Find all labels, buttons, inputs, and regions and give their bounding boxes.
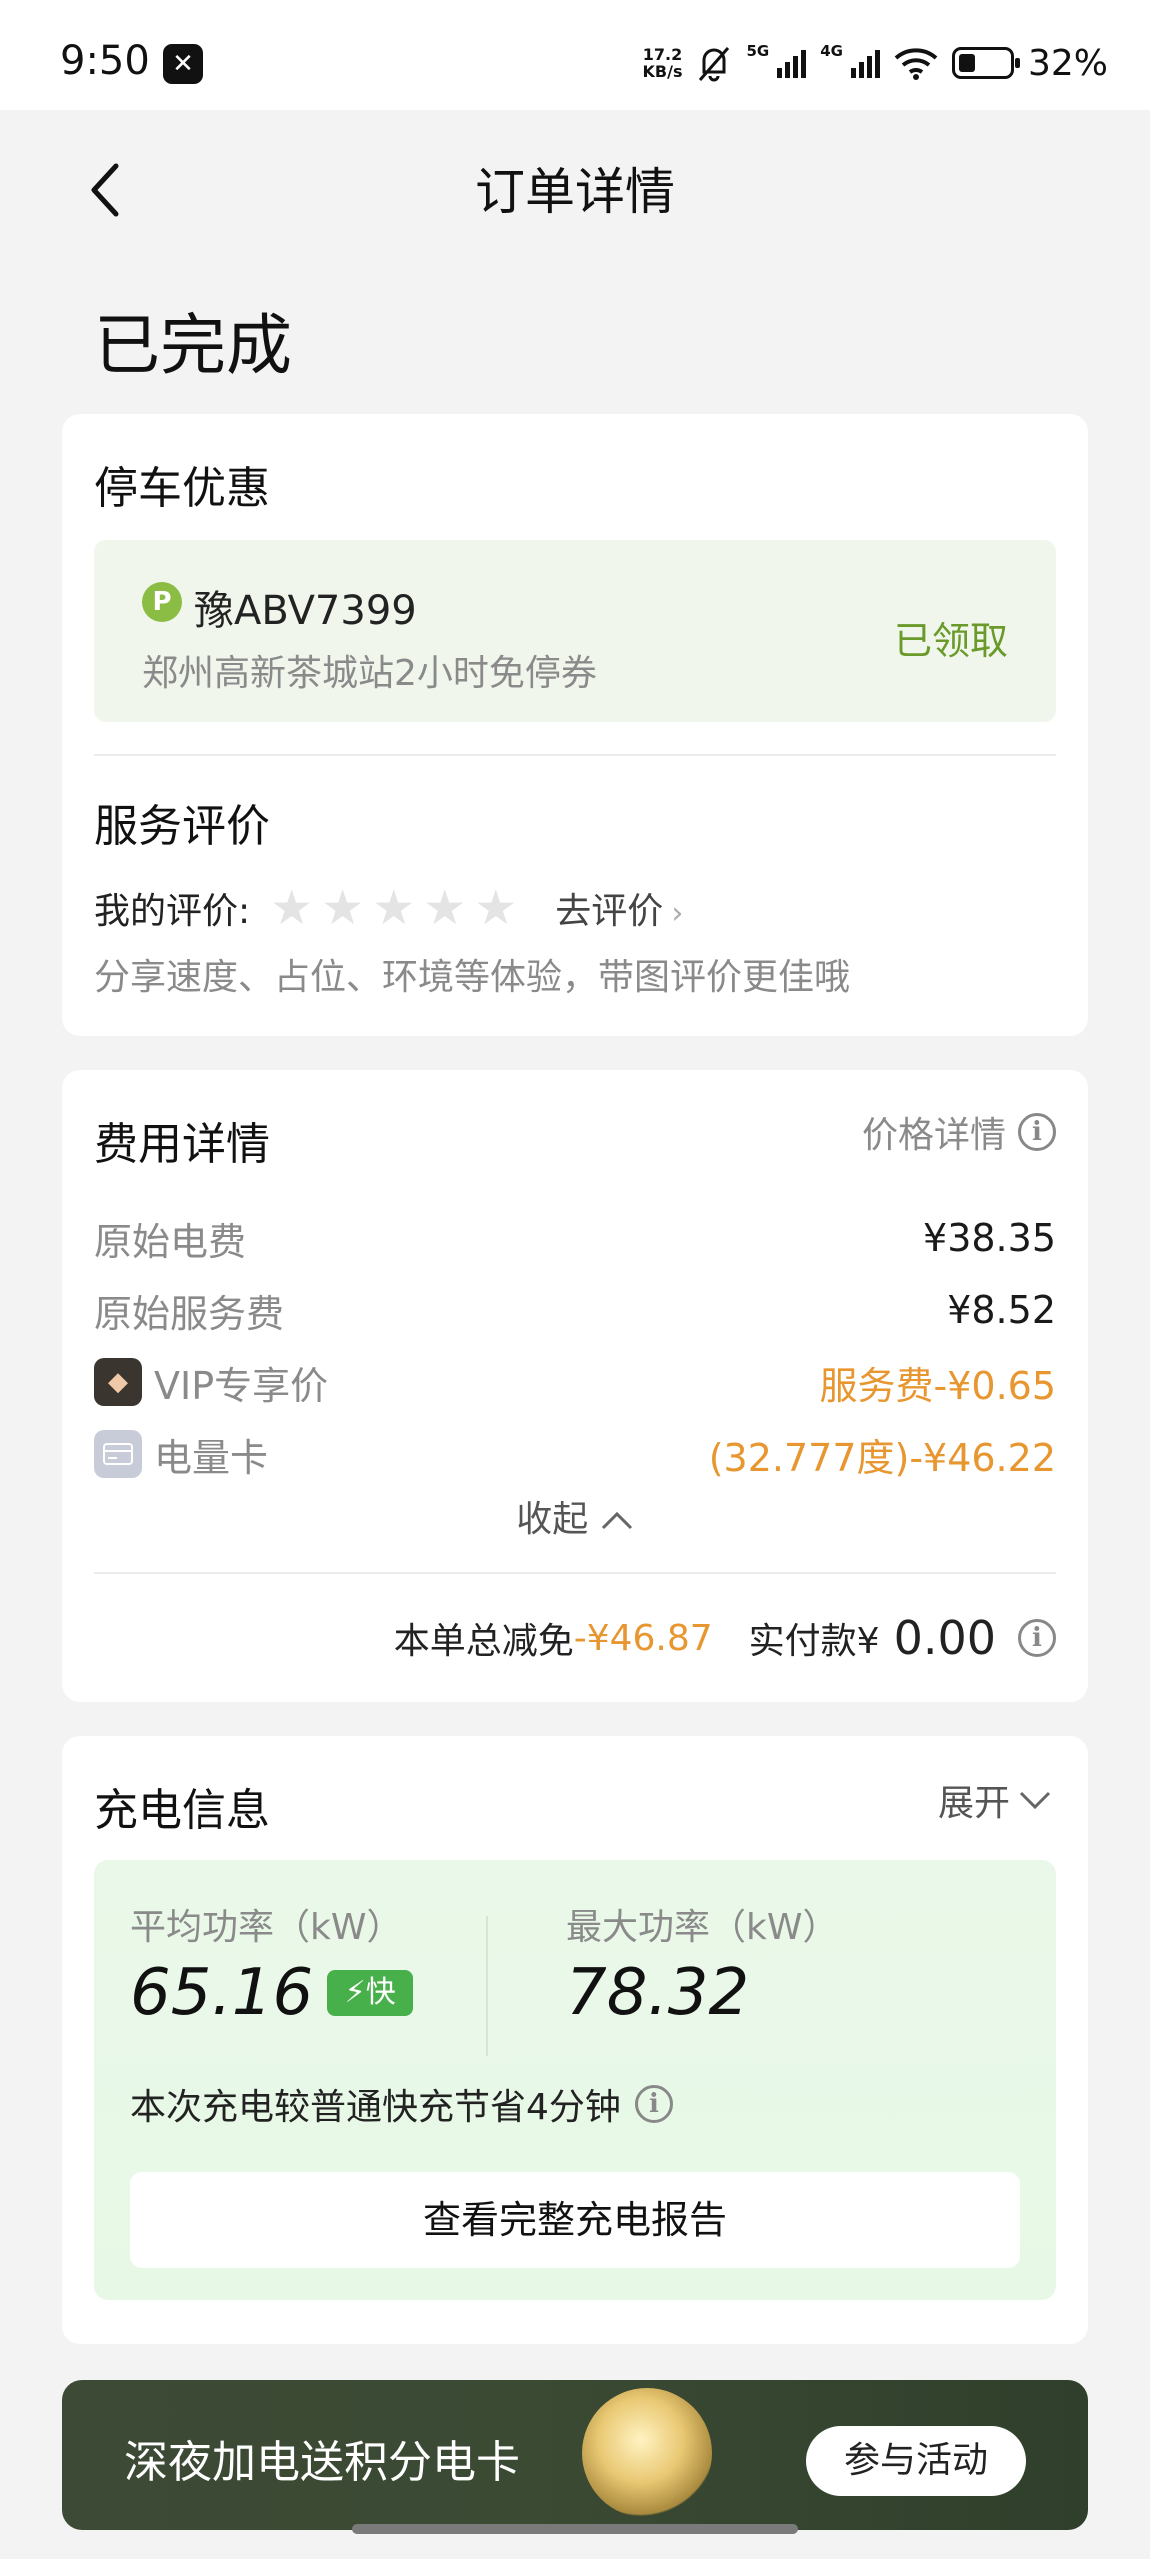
paid-label: 实付款¥ bbox=[748, 1621, 880, 1662]
join-activity-button[interactable]: 参与活动 bbox=[806, 2426, 1026, 2496]
parking-title: 停车优惠 bbox=[94, 463, 270, 514]
review-hint: 分享速度、占位、环境等体验，带图评价更佳哦 bbox=[94, 957, 851, 998]
network-speed: 17.2 KB/s bbox=[642, 45, 683, 81]
divider bbox=[94, 1572, 1056, 1574]
chevron-right-icon: › bbox=[671, 896, 684, 931]
avg-power-value: 65.16 bbox=[130, 1956, 314, 2030]
fast-charge-badge: ⚡快 bbox=[327, 1970, 414, 2016]
review-row: 我的评价: ★ ★ ★ ★ ★ 去评价 › bbox=[94, 878, 683, 938]
signal-5g-label: 5G bbox=[746, 42, 770, 60]
banner-text: 深夜加电送积分电卡 bbox=[124, 2437, 520, 2488]
charging-card: 充电信息 展开 平均功率（kW） 65.16 ⚡快 最大功率（kW） 78.32… bbox=[62, 1736, 1088, 2344]
star-icon-5[interactable]: ★ bbox=[474, 880, 517, 936]
coupon-status: 已领取 bbox=[893, 619, 1008, 663]
divider bbox=[486, 1916, 488, 2056]
order-status: 已完成 bbox=[94, 307, 292, 384]
signal-5g-icon bbox=[777, 48, 807, 78]
vip-icon: ◆ bbox=[94, 1358, 142, 1406]
divider bbox=[94, 754, 1056, 756]
chevron-down-icon bbox=[1019, 1791, 1051, 1810]
fee-summary: 本单总减免 -¥46.87 实付款¥ 0.00 i bbox=[394, 1608, 1056, 1668]
paid-value: 0.00 bbox=[893, 1611, 996, 1665]
star-icon-4[interactable]: ★ bbox=[423, 880, 466, 936]
parking-p-icon: P bbox=[142, 582, 182, 622]
nav-bar: 订单详情 bbox=[0, 110, 1150, 260]
signal-4g-label: 4G bbox=[820, 42, 843, 60]
info-icon[interactable]: i bbox=[1018, 1619, 1056, 1657]
expand-button[interactable]: 展开 bbox=[938, 1774, 1052, 1826]
info-icon: i bbox=[1018, 1113, 1056, 1151]
power-panel: 平均功率（kW） 65.16 ⚡快 最大功率（kW） 78.32 本次充电较普通… bbox=[94, 1860, 1056, 2300]
view-report-button[interactable]: 查看完整充电报告 bbox=[130, 2172, 1020, 2268]
license-plate: 豫ABV7399 bbox=[194, 588, 417, 634]
fee-row: 电量卡 (32.777度)-¥46.22 bbox=[94, 1424, 1056, 1484]
signal-4g-icon bbox=[850, 48, 880, 78]
star-icon-3[interactable]: ★ bbox=[372, 880, 415, 936]
parking-review-card: 停车优惠 P 豫ABV7399 郑州高新茶城站2小时免停券 已领取 服务评价 我… bbox=[62, 414, 1088, 1036]
fee-card: 费用详情 价格详情 i 原始电费 ¥38.35 原始服务费 ¥8.52 ◆ VIP… bbox=[62, 1070, 1088, 1702]
home-indicator[interactable] bbox=[352, 2524, 798, 2534]
discount-label: 本单总减免 bbox=[393, 1621, 574, 1662]
max-power-label: 最大功率（kW） bbox=[566, 1907, 839, 1948]
battery-percent: 32% bbox=[1027, 42, 1108, 84]
fee-title: 费用详情 bbox=[94, 1119, 270, 1170]
time-saving-note: 本次充电较普通快充节省4分钟 i bbox=[130, 2078, 673, 2130]
mute-bell-icon bbox=[699, 47, 730, 82]
battery-icon bbox=[951, 47, 1020, 79]
collapse-button[interactable]: 收起 bbox=[62, 1490, 1088, 1542]
star-icon-2[interactable]: ★ bbox=[321, 880, 364, 936]
info-icon[interactable]: i bbox=[634, 2085, 673, 2123]
avg-power-label: 平均功率（kW） bbox=[130, 1907, 403, 1948]
coupon-description: 郑州高新茶城站2小时免停券 bbox=[142, 653, 597, 694]
promo-banner[interactable]: 深夜加电送积分电卡 参与活动 bbox=[62, 2380, 1088, 2530]
wifi-icon bbox=[894, 48, 938, 80]
parking-coupon[interactable]: P 豫ABV7399 郑州高新茶城站2小时免停券 已领取 bbox=[94, 540, 1056, 722]
fee-row: 原始电费 ¥38.35 bbox=[94, 1216, 1056, 1264]
app-notification-icon: ✕ bbox=[163, 44, 203, 84]
chevron-up-icon bbox=[601, 1511, 632, 1530]
page-title: 订单详情 bbox=[475, 163, 675, 221]
status-icons: 17.2 KB/s 5G 4G 32% bbox=[643, 38, 1108, 88]
star-icon-1[interactable]: ★ bbox=[270, 880, 313, 936]
moon-illustration bbox=[582, 2388, 712, 2518]
my-review-label: 我的评价: bbox=[94, 891, 251, 932]
card-icon bbox=[94, 1430, 142, 1478]
max-power-value: 78.32 bbox=[566, 1956, 750, 2030]
review-title: 服务评价 bbox=[94, 801, 270, 852]
avg-power: 65.16 ⚡快 bbox=[130, 1956, 414, 2030]
status-bar: 9:50 ✕ 17.2 KB/s 5G 4G 32% bbox=[0, 0, 1150, 110]
charging-title: 充电信息 bbox=[94, 1785, 270, 1836]
discount-value: -¥46.87 bbox=[573, 1617, 713, 1659]
fee-row: ◆ VIP专享价 服务费-¥0.65 bbox=[94, 1352, 1056, 1412]
fee-row: 原始服务费 ¥8.52 bbox=[94, 1288, 1056, 1336]
go-review-link[interactable]: 去评价 › bbox=[555, 882, 683, 934]
price-detail-link[interactable]: 价格详情 i bbox=[862, 1106, 1056, 1158]
status-time: 9:50 bbox=[60, 38, 150, 84]
